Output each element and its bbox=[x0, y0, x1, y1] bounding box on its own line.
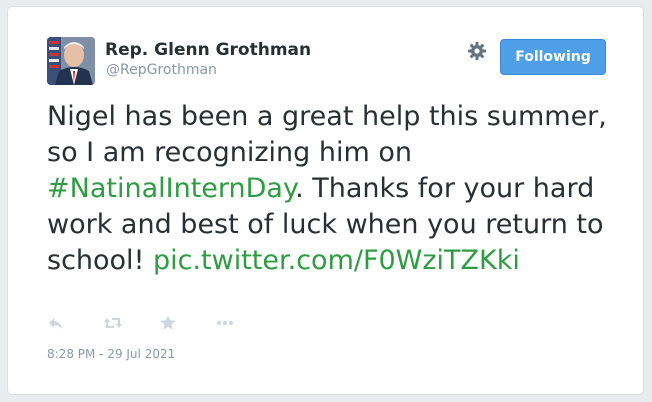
following-button[interactable]: Following bbox=[500, 39, 606, 75]
gear-icon[interactable] bbox=[467, 41, 487, 61]
author-avatar[interactable] bbox=[47, 37, 95, 85]
tweet-card: Rep. Glenn Grothman @RepGrothman Followi… bbox=[7, 6, 644, 395]
media-link[interactable]: pic.twitter.com/F0WziTZKki bbox=[153, 245, 520, 276]
reply-icon[interactable] bbox=[47, 314, 67, 334]
tweet-timestamp[interactable]: 8:28 PM - 29 Jul 2021 bbox=[47, 347, 175, 361]
more-icon[interactable] bbox=[215, 314, 235, 334]
author-display-name[interactable]: Rep. Glenn Grothman bbox=[105, 40, 311, 60]
hashtag-link[interactable]: #NatinalInternDay bbox=[47, 173, 295, 204]
author-handle[interactable]: @RepGrothman bbox=[106, 62, 217, 78]
avatar-image bbox=[47, 37, 95, 85]
retweet-icon[interactable] bbox=[103, 314, 123, 334]
tweet-text-part1: Nigel has been a great help this summer,… bbox=[47, 101, 607, 168]
favorite-icon[interactable] bbox=[159, 314, 179, 334]
tweet-text: Nigel has been a great help this summer,… bbox=[47, 99, 617, 279]
